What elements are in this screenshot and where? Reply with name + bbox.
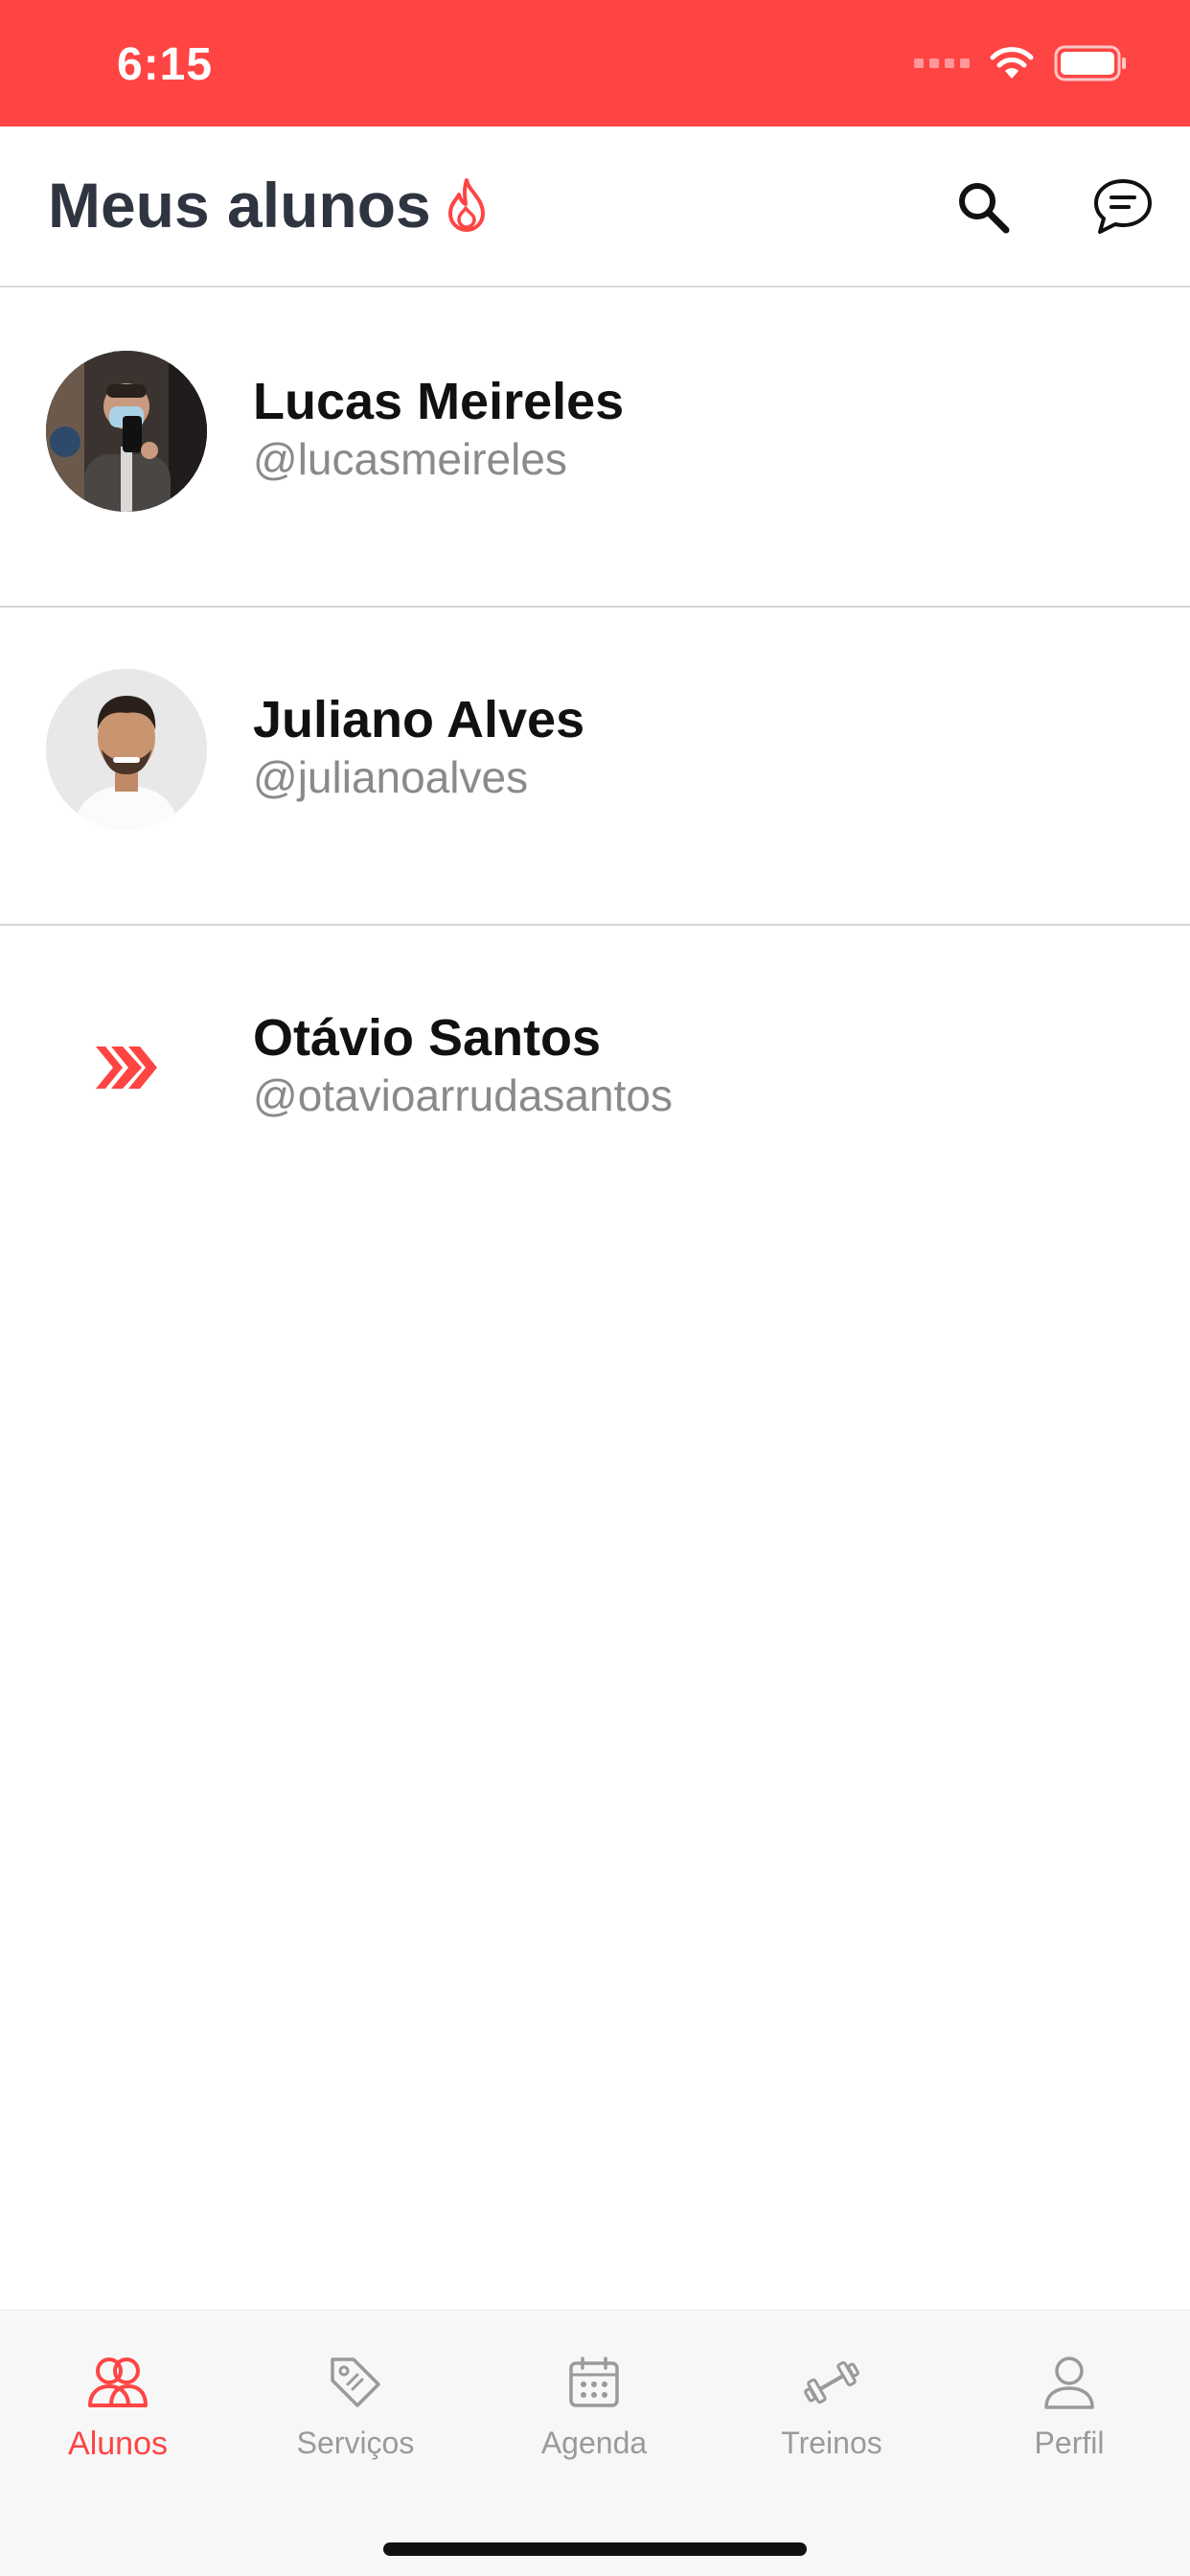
student-row[interactable]: Otávio Santos @otavioarrudasantos bbox=[0, 926, 1190, 1244]
student-avatar bbox=[46, 669, 207, 830]
tab-label: Alunos bbox=[68, 2426, 168, 2462]
tab-servicos[interactable]: Serviços bbox=[260, 2349, 451, 2493]
search-icon bbox=[959, 183, 1010, 234]
student-name: Lucas Meireles bbox=[253, 373, 625, 430]
tab-bar: Alunos Serviços Agenda Treinos Perfil bbox=[0, 2310, 1190, 2576]
status-icons bbox=[914, 44, 1127, 82]
tab-label: Treinos bbox=[781, 2426, 882, 2460]
battery-icon bbox=[1054, 45, 1126, 81]
home-indicator[interactable] bbox=[383, 2542, 807, 2556]
student-handle: @julianoalves bbox=[253, 752, 529, 802]
tab-treinos[interactable]: Treinos bbox=[736, 2349, 927, 2493]
calendar-icon bbox=[561, 2349, 628, 2416]
tab-agenda[interactable]: Agenda bbox=[498, 2349, 690, 2493]
student-row[interactable]: Lucas Meireles @lucasmeireles bbox=[0, 289, 1190, 608]
student-list: Lucas Meireles @lucasmeireles Juliano Al… bbox=[0, 289, 1190, 1244]
flame-icon bbox=[445, 177, 489, 233]
student-handle: @lucasmeireles bbox=[253, 434, 567, 484]
signal-dots-icon bbox=[914, 58, 970, 68]
chat-button[interactable] bbox=[1087, 171, 1159, 243]
student-name: Otávio Santos bbox=[253, 1009, 602, 1067]
tag-icon bbox=[322, 2349, 389, 2416]
page-title-text: Meus alunos bbox=[48, 170, 431, 241]
student-name: Juliano Alves bbox=[253, 691, 585, 748]
tab-label: Perfil bbox=[1034, 2426, 1105, 2460]
status-time: 6:15 bbox=[117, 39, 214, 90]
page-title: Meus alunos bbox=[48, 169, 489, 242]
student-avatar bbox=[46, 351, 207, 512]
student-avatar-logo bbox=[46, 987, 207, 1148]
tab-perfil[interactable]: Perfil bbox=[973, 2349, 1165, 2493]
header: Meus alunos bbox=[0, 126, 1190, 288]
chat-icon bbox=[1094, 179, 1152, 234]
tab-label: Agenda bbox=[540, 2426, 648, 2460]
wifi-icon bbox=[990, 47, 1034, 79]
person-icon bbox=[1036, 2349, 1103, 2416]
chevrons-logo-icon bbox=[96, 1046, 157, 1089]
tab-label: Serviços bbox=[296, 2426, 415, 2460]
student-handle: @otavioarrudasantos bbox=[253, 1070, 673, 1120]
tab-alunos[interactable]: Alunos bbox=[22, 2349, 214, 2493]
search-button[interactable] bbox=[949, 172, 1018, 242]
status-bar: 6:15 bbox=[0, 0, 1190, 126]
users-icon bbox=[84, 2349, 151, 2416]
dumbbell-icon bbox=[798, 2349, 865, 2416]
student-row[interactable]: Juliano Alves @julianoalves bbox=[0, 608, 1190, 926]
